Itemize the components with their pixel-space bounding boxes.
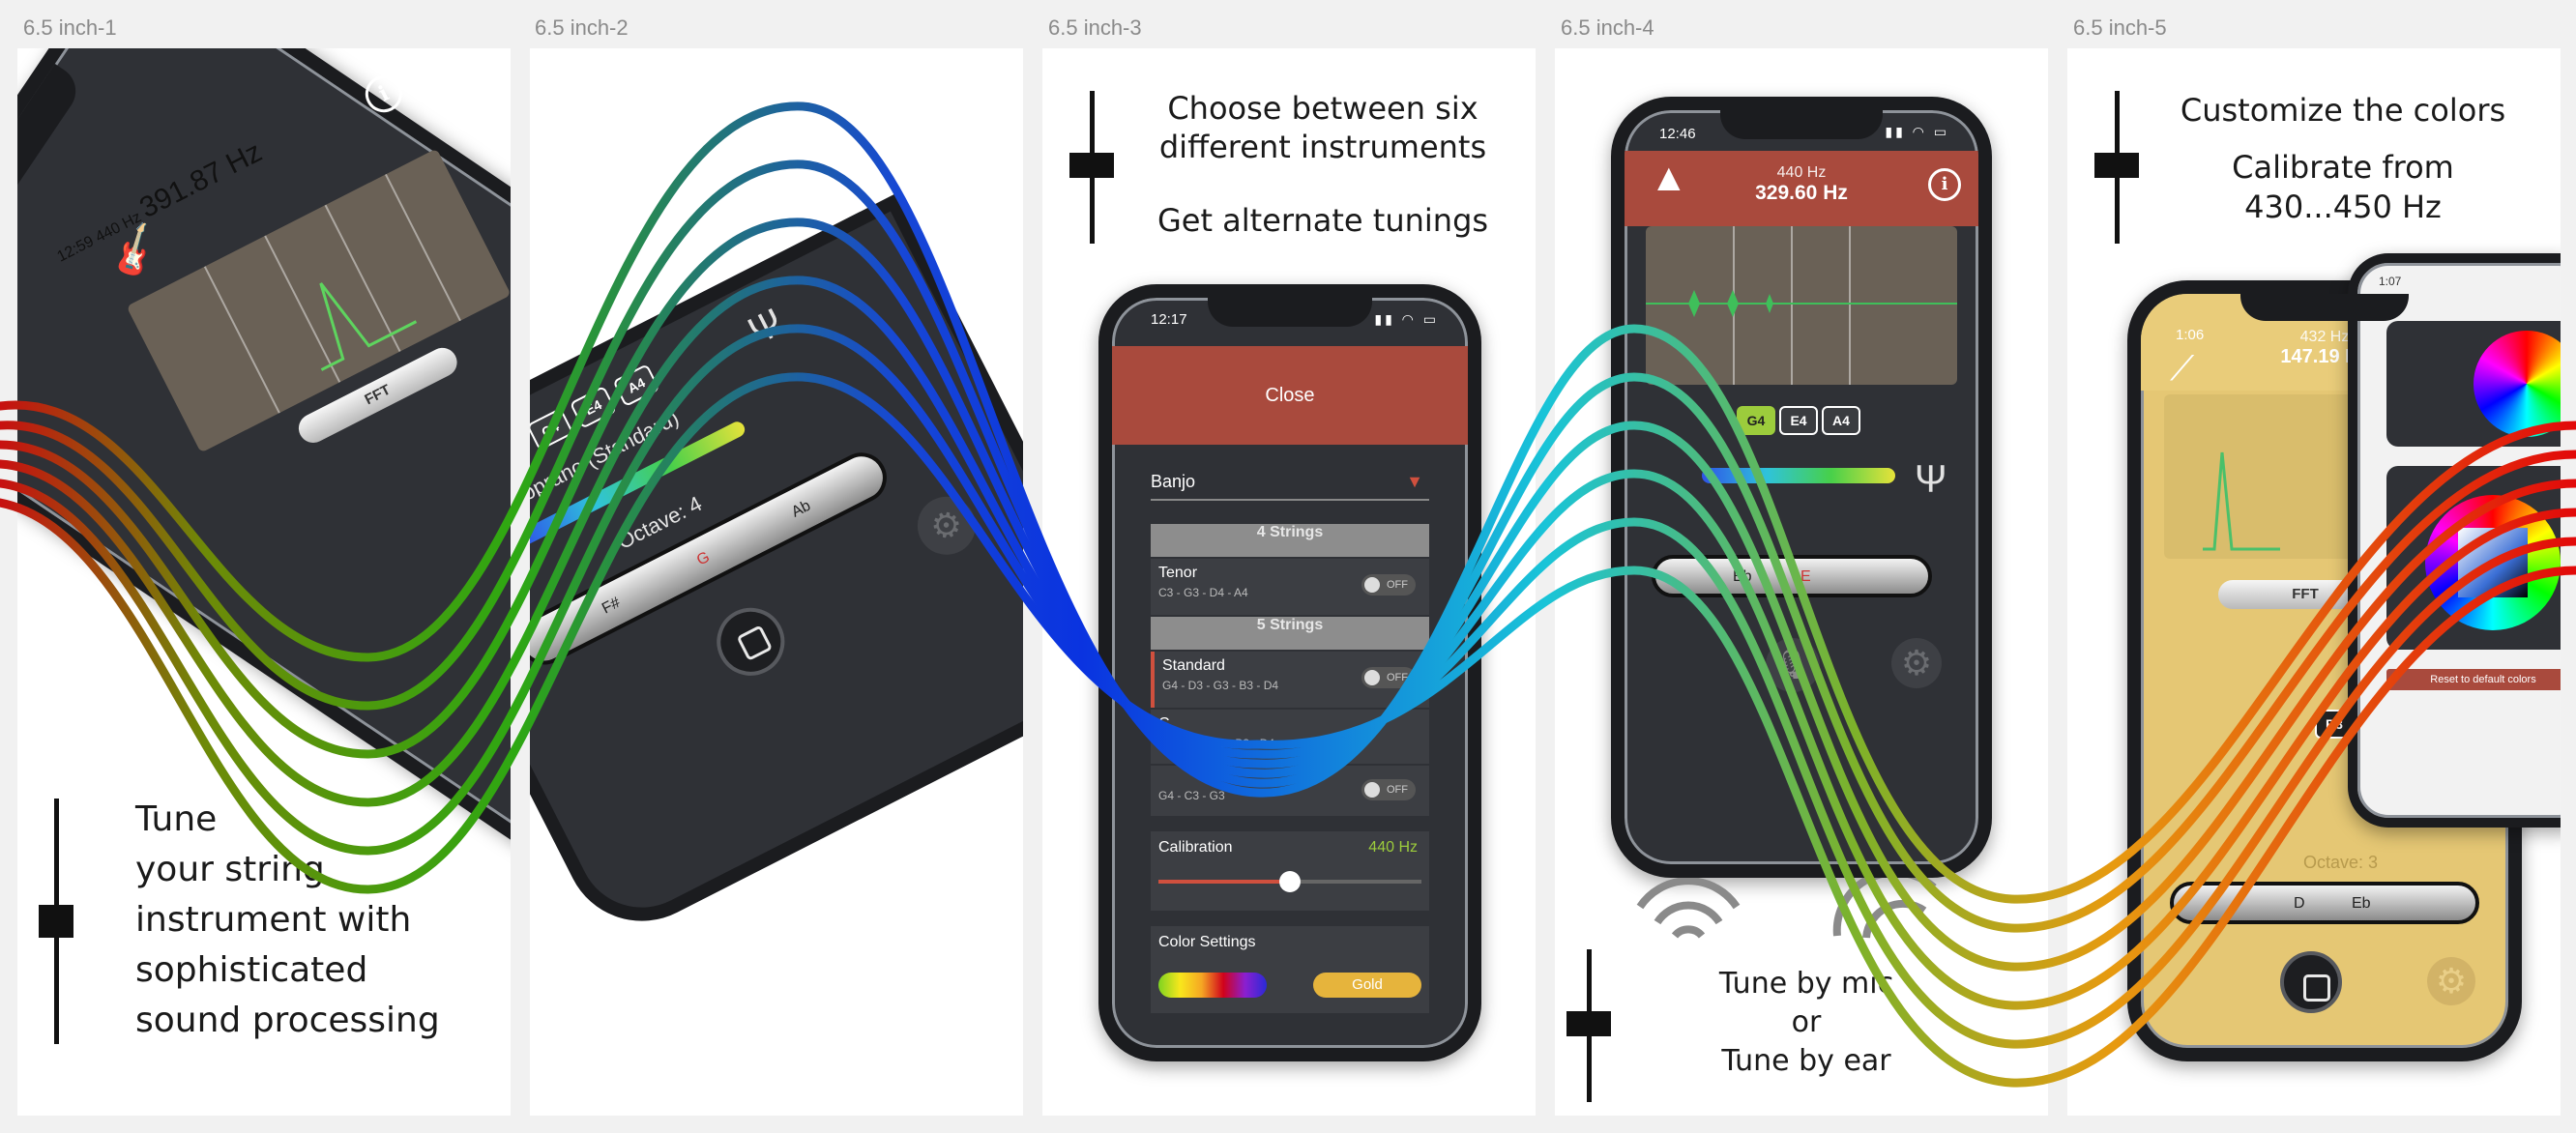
tenor-toggle[interactable]: OFF <box>1361 574 1416 596</box>
chevron-down-icon: ▼ <box>1406 472 1423 491</box>
scale-note-current: G <box>693 548 713 569</box>
artboard-2[interactable]: G4 C4 E4 A4 Soprano (Standard) Ψ Octave:… <box>530 48 1023 1116</box>
info-icon[interactable]: i <box>1928 168 1961 201</box>
slider-logo-icon <box>1566 949 1611 1102</box>
color-wheel-icon[interactable] <box>2474 331 2561 437</box>
color-settings-label: Color Settings <box>1158 934 1256 950</box>
phone-mockup-4: 12:46 ▮▮ ◠ ▭ 440 Hz 329.60 Hz ▲ i G4 E4 … <box>1611 97 1992 878</box>
artboard-5[interactable]: Customize the colors Calibrate from 430.… <box>2067 48 2561 1116</box>
settings-gear-icon[interactable]: ⚙ <box>2427 957 2475 1005</box>
tuning-fork-icon[interactable]: Ψ <box>1915 458 1947 502</box>
note-a4[interactable]: A4 <box>1822 406 1860 435</box>
color-square[interactable] <box>2458 528 2528 597</box>
home-button[interactable] <box>2280 951 2342 1013</box>
artboard-label-4: 6.5 inch-4 <box>1561 15 1654 40</box>
rainbow-color-option[interactable] <box>1158 973 1267 998</box>
slider-logo-icon <box>39 799 73 1044</box>
status-time: 12:17 <box>1151 311 1187 328</box>
tuning-label: C <box>1158 715 1170 732</box>
scale-note: D <box>2294 895 2305 912</box>
accuracy-color-bar <box>1702 468 1895 483</box>
phone-mockup-5-overlay: 1:07 Reset to default colors <box>2348 253 2561 828</box>
caption-mic-or-ear: Tune by mic or Tune by ear <box>1718 967 1894 1078</box>
balalaika-icon[interactable]: ▲ <box>1650 157 1688 200</box>
color-settings-row[interactable]: Color Settings Gold <box>1151 926 1429 1013</box>
settings-gear-icon[interactable]: ⚙ <box>1891 638 1942 688</box>
artboard-1[interactable]: 12:59 440 Hz 391.87 Hz i 🎸 FFT Tune your… <box>17 48 511 1116</box>
caption-six-instruments: Choose between six different instruments… <box>1156 90 1489 239</box>
color-wheel-icon[interactable] <box>2425 495 2561 630</box>
status-time: 12:46 <box>1659 126 1696 142</box>
group-5-strings: 5 Strings <box>1151 617 1429 650</box>
wifi-sound-icon <box>1636 878 1741 939</box>
group-4-strings: 4 Strings <box>1151 524 1429 557</box>
slider-logo-icon <box>1069 91 1114 244</box>
tuning-row-third[interactable]: G4 - C3 - G3 OFF <box>1151 766 1429 816</box>
status-time: 1:07 <box>2379 275 2402 288</box>
slider-logo-icon <box>2094 91 2139 244</box>
calibration-value: 440 Hz <box>1368 839 1418 856</box>
artboard-label-2: 6.5 inch-2 <box>535 15 629 40</box>
phone1-screen-lower: G4 C4 E4 A4 Soprano (Standard) Ψ Octave:… <box>530 192 1023 948</box>
instrument-select[interactable]: Banjo ▼ <box>1151 462 1429 501</box>
microphone-icon[interactable]: 🎙 <box>1766 638 1820 692</box>
close-header[interactable]: Close <box>1112 346 1468 445</box>
artboard-label-3: 6.5 inch-3 <box>1048 15 1142 40</box>
artboard-4[interactable]: 12:46 ▮▮ ◠ ▭ 440 Hz 329.60 Hz ▲ i G4 E4 … <box>1555 48 2048 1116</box>
spectrum-display <box>1646 226 1957 385</box>
artboard-label-5: 6.5 inch-5 <box>2073 15 2167 40</box>
color-picker-card-1[interactable] <box>2386 321 2561 447</box>
phone-notch <box>1719 110 1884 139</box>
caption-colors-calibrate: Customize the colors Calibrate from 430.… <box>2180 92 2506 225</box>
color-picker-card-2[interactable] <box>2386 466 2561 650</box>
tuning-notes: G4 - C3 - G3 - B3 - D4 <box>1158 737 1275 750</box>
calibration-row[interactable]: Calibration 440 Hz <box>1151 831 1429 911</box>
calibration-slider-thumb[interactable] <box>1279 871 1301 892</box>
phone-mockup-3: 12:17 ▮▮ ◠ ▭ Close Banjo ▼ 4 Strings Ten… <box>1098 284 1481 1061</box>
calibration-slider-fill <box>1158 880 1290 884</box>
gold-color-option[interactable]: Gold <box>1313 973 1421 998</box>
phone-notch <box>1208 298 1372 327</box>
tuning-row-tenor[interactable]: Tenor C3 - G3 - D4 - A4 OFF <box>1151 559 1429 615</box>
third-toggle[interactable]: OFF <box>1361 779 1416 800</box>
note-scale: D Eb <box>2170 882 2479 924</box>
spectrum-peaks <box>1646 290 1957 317</box>
guitar-icon[interactable]: ⟋ <box>2170 348 2194 390</box>
scale-note-current: E <box>1800 568 1811 585</box>
status-time: 12:59 <box>54 233 97 266</box>
status-icons: ▮▮ ◠ ▭ <box>1374 311 1439 327</box>
calibration-slider-track[interactable] <box>1158 871 1421 892</box>
reset-colors-button[interactable]: Reset to default colors <box>2386 669 2561 690</box>
status-icons: ▮▮ ◠ ▭ <box>1885 124 1949 139</box>
caption-tune-sophisticated: Tune your string instrument with sophist… <box>135 799 440 1040</box>
artboard-3[interactable]: Choose between six different instruments… <box>1042 48 1536 1116</box>
tuning-row-standard[interactable]: Standard G4 - D3 - G3 - B3 - D4 OFF <box>1151 652 1429 708</box>
artboard-label-1: 6.5 inch-1 <box>23 15 117 40</box>
tuning-row-c[interactable]: C G4 - C3 - G3 - B3 - D4 <box>1151 710 1429 764</box>
octave-label: Octave: 3 <box>2303 853 2379 872</box>
scale-note: Eb <box>1733 568 1752 585</box>
calibration-label: Calibration <box>1158 839 1233 856</box>
note-g4[interactable]: G4 <box>1737 406 1775 435</box>
info-icon[interactable]: i <box>359 69 409 119</box>
note-e4[interactable]: E4 <box>1779 406 1818 435</box>
instrument-value: Banjo <box>1151 472 1196 491</box>
phone-notch <box>2239 294 2410 321</box>
ear-sound-icon <box>1832 878 1937 939</box>
scale-note: F# <box>599 594 624 618</box>
note-scale: Eb E <box>1652 555 1932 597</box>
standard-toggle[interactable]: OFF <box>1361 667 1416 688</box>
scale-note: Ab <box>788 497 814 521</box>
scale-note: Eb <box>2352 895 2371 912</box>
status-time: 1:06 <box>2176 327 2205 343</box>
